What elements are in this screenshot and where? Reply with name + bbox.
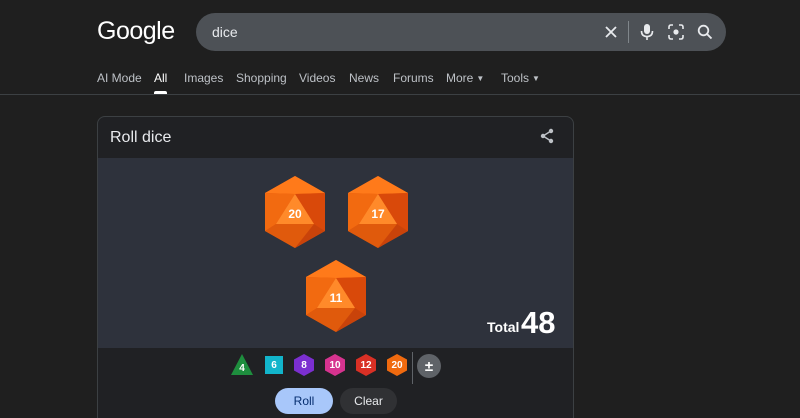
tab-tools[interactable]: Tools ▼ — [501, 71, 540, 85]
tab-videos[interactable]: Videos — [299, 71, 335, 85]
d12-picker-button[interactable]: 12 — [354, 353, 378, 377]
d8-picker-button[interactable]: 8 — [292, 353, 316, 377]
picker-label: 20 — [391, 359, 403, 371]
die-value: 17 — [371, 207, 385, 221]
picker-label: 6 — [271, 359, 277, 371]
die-value: 11 — [329, 291, 343, 305]
clear-icon[interactable] — [601, 22, 621, 42]
d4-picker-button[interactable]: 4 — [230, 353, 254, 377]
header-divider — [0, 94, 800, 95]
picker-divider — [412, 352, 413, 384]
picker-label: 12 — [360, 359, 372, 371]
card-title: Roll dice — [110, 129, 172, 146]
microphone-icon[interactable] — [637, 22, 657, 42]
picker-label: 10 — [329, 359, 341, 371]
picker-label: 4 — [239, 363, 245, 374]
search-divider — [628, 21, 629, 43]
d10-picker-button[interactable]: 10 — [323, 353, 347, 377]
search-icon[interactable] — [695, 22, 715, 42]
tab-more[interactable]: More ▼ — [446, 71, 484, 85]
dice-roller-card: Roll dice 20 17 11 Total 48 4 6 8 10 12 … — [97, 116, 574, 418]
d20-die[interactable]: 20 — [262, 174, 328, 250]
search-box[interactable] — [196, 13, 726, 51]
d20-die[interactable]: 11 — [303, 258, 369, 334]
tab-shopping[interactable]: Shopping — [236, 71, 287, 85]
total-label: Total — [487, 319, 520, 335]
modifier-button[interactable]: ± — [417, 354, 441, 378]
tab-all[interactable]: All — [154, 71, 167, 85]
tab-forums[interactable]: Forums — [393, 71, 434, 85]
share-icon[interactable] — [537, 126, 557, 146]
tab-images[interactable]: Images — [184, 71, 223, 85]
tab-more-label: More — [446, 71, 474, 85]
d20-picker-button[interactable]: 20 — [385, 353, 409, 377]
search-input[interactable] — [212, 13, 572, 51]
d6-picker-button[interactable]: 6 — [262, 353, 286, 377]
dice-picker: 4 6 8 10 12 20 ± — [98, 348, 573, 388]
chevron-down-icon: ▼ — [532, 74, 540, 83]
roll-button[interactable]: Roll — [275, 388, 333, 414]
chevron-down-icon: ▼ — [476, 74, 485, 83]
tab-tools-label: Tools — [501, 71, 530, 85]
google-logo[interactable]: Google — [97, 17, 175, 46]
d20-die[interactable]: 17 — [345, 174, 411, 250]
clear-button[interactable]: Clear — [340, 388, 397, 414]
dice-board[interactable]: 20 17 11 Total 48 — [98, 158, 573, 348]
tab-news[interactable]: News — [349, 71, 379, 85]
lens-icon[interactable] — [666, 22, 686, 42]
die-value: 20 — [288, 207, 302, 221]
total-value: 48 — [521, 305, 556, 340]
picker-label: 8 — [301, 359, 307, 371]
tab-ai-mode[interactable]: AI Mode — [97, 71, 142, 85]
